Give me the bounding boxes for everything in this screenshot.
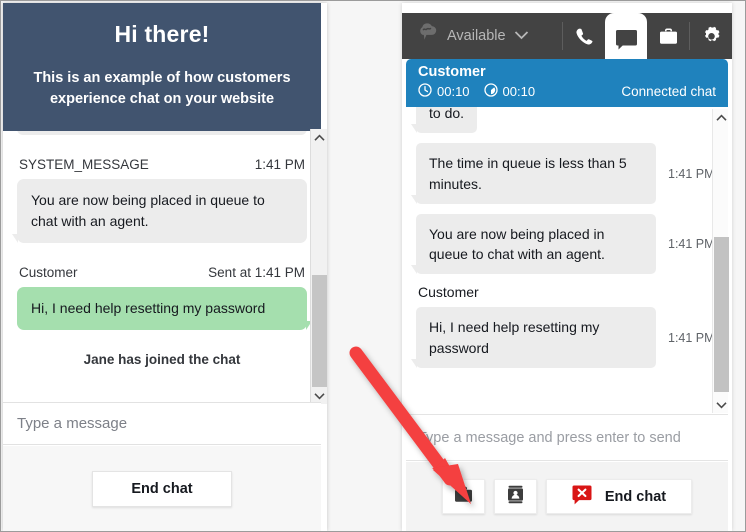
message-bubble-system: You are now being placed in queue to cha…	[411, 213, 656, 275]
widget-header: Hi there! This is an example of how cust…	[3, 3, 321, 131]
quick-connects-button[interactable]	[442, 479, 485, 514]
amazon-connect-cloud-icon	[416, 23, 439, 49]
message-bubble-system: You are now being placed in queue to cha…	[12, 179, 307, 243]
contact-attributes-button[interactable]	[494, 479, 537, 514]
message-time-value: 1:41 PM	[254, 265, 305, 280]
message-time: 1:41 PM	[254, 157, 305, 172]
message-time: 1:41 PM	[668, 237, 715, 252]
transcript-row: Hi, I need help resetting my password 1:…	[411, 307, 718, 369]
connected-timer-value: 00:10	[437, 84, 470, 99]
briefcase-icon	[454, 486, 473, 508]
transcript-row: You are now being placed in queue to cha…	[411, 213, 718, 275]
message-meta: Customer Sent at 1:41 PM	[19, 265, 305, 280]
stopwatch-icon	[483, 83, 498, 100]
message-time: 1:41 PM	[668, 330, 715, 345]
widget-transcript[interactable]: SYSTEM_MESSAGE 1:41 PM You are now being…	[3, 131, 321, 402]
message-sender: Customer	[418, 284, 479, 301]
scrollbar-thumb[interactable]	[714, 237, 729, 392]
widget-message-input[interactable]: Type a message	[3, 402, 321, 445]
widget-footer: End chat	[3, 446, 321, 531]
agent-joined-note: Jane has joined the chat	[83, 352, 241, 367]
contact-header-row: 00:10 00:10 Connected chat	[418, 83, 716, 100]
end-chat-button[interactable]: End chat	[546, 479, 692, 514]
chat-bubble-icon[interactable]	[605, 13, 647, 59]
message-bubble-customer: Hi, I need help resetting my password	[411, 307, 656, 369]
clipped-message-remnant	[17, 131, 307, 135]
message-sender: SYSTEM_MESSAGE	[19, 157, 149, 172]
gear-icon[interactable]	[690, 13, 732, 59]
agent-status-label: Available	[447, 28, 506, 44]
chevron-up-icon[interactable]	[713, 109, 730, 126]
ccp-transcript[interactable]: to do. The time in queue is less than 5 …	[406, 107, 728, 413]
contact-name: Customer	[418, 64, 486, 80]
chevron-down-icon[interactable]	[713, 396, 730, 413]
screenshot-root: Hi there! This is an example of how cust…	[0, 0, 746, 532]
end-chat-icon	[572, 485, 594, 509]
message-time: 1:41 PM	[668, 166, 715, 181]
widget-input-placeholder: Type a message	[17, 415, 128, 432]
contact-state: Connected chat	[621, 84, 716, 99]
total-timer-value: 00:10	[502, 84, 536, 99]
message-bubble-customer: Hi, I need help resetting my password	[17, 287, 312, 330]
end-chat-label: End chat	[604, 488, 667, 505]
transcript-row: to do.	[410, 107, 718, 134]
chevron-down-icon[interactable]	[514, 27, 529, 45]
ccp-message-input[interactable]: Type a message and press enter to send	[406, 414, 728, 461]
chevron-up-icon[interactable]	[311, 129, 327, 146]
scrollbar-thumb[interactable]	[312, 275, 327, 387]
ccp-input-placeholder: Type a message and press enter to send	[418, 429, 681, 446]
contact-card-icon	[507, 485, 524, 509]
widget-subtitle: This is an example of how customers expe…	[33, 70, 291, 108]
ccp-scrollbar[interactable]	[712, 109, 730, 413]
message-bubble-system: The time in queue is less than 5 minutes…	[411, 143, 656, 204]
contact-header: Customer 00:10 00:10 Connected chat	[406, 59, 728, 107]
message-time-label: Sent at	[208, 265, 251, 280]
widget-scrollbar[interactable]	[310, 129, 327, 404]
agent-ccp-panel: Available Customer 00:10 00:10 Connected…	[402, 3, 732, 531]
agent-status-selector[interactable]: Available	[402, 23, 562, 49]
ccp-action-bar: End chat	[406, 462, 728, 531]
ccp-topbar: Available	[402, 13, 732, 59]
customer-chat-widget: Hi there! This is an example of how cust…	[3, 3, 327, 531]
connected-timer: 00:10	[418, 83, 470, 100]
message-meta: SYSTEM_MESSAGE 1:41 PM	[19, 157, 305, 172]
widget-end-chat-button[interactable]: End chat	[92, 470, 232, 507]
message-sender: Customer	[19, 265, 78, 280]
total-timer: 00:10	[483, 83, 536, 100]
message-bubble-system: to do.	[410, 107, 478, 134]
message-time: Sent at 1:41 PM	[208, 265, 305, 280]
widget-title: Hi there!	[114, 21, 210, 47]
transcript-row: The time in queue is less than 5 minutes…	[411, 143, 718, 204]
clock-icon	[418, 83, 432, 100]
briefcase-icon[interactable]	[647, 13, 689, 59]
phone-icon[interactable]	[563, 13, 605, 59]
